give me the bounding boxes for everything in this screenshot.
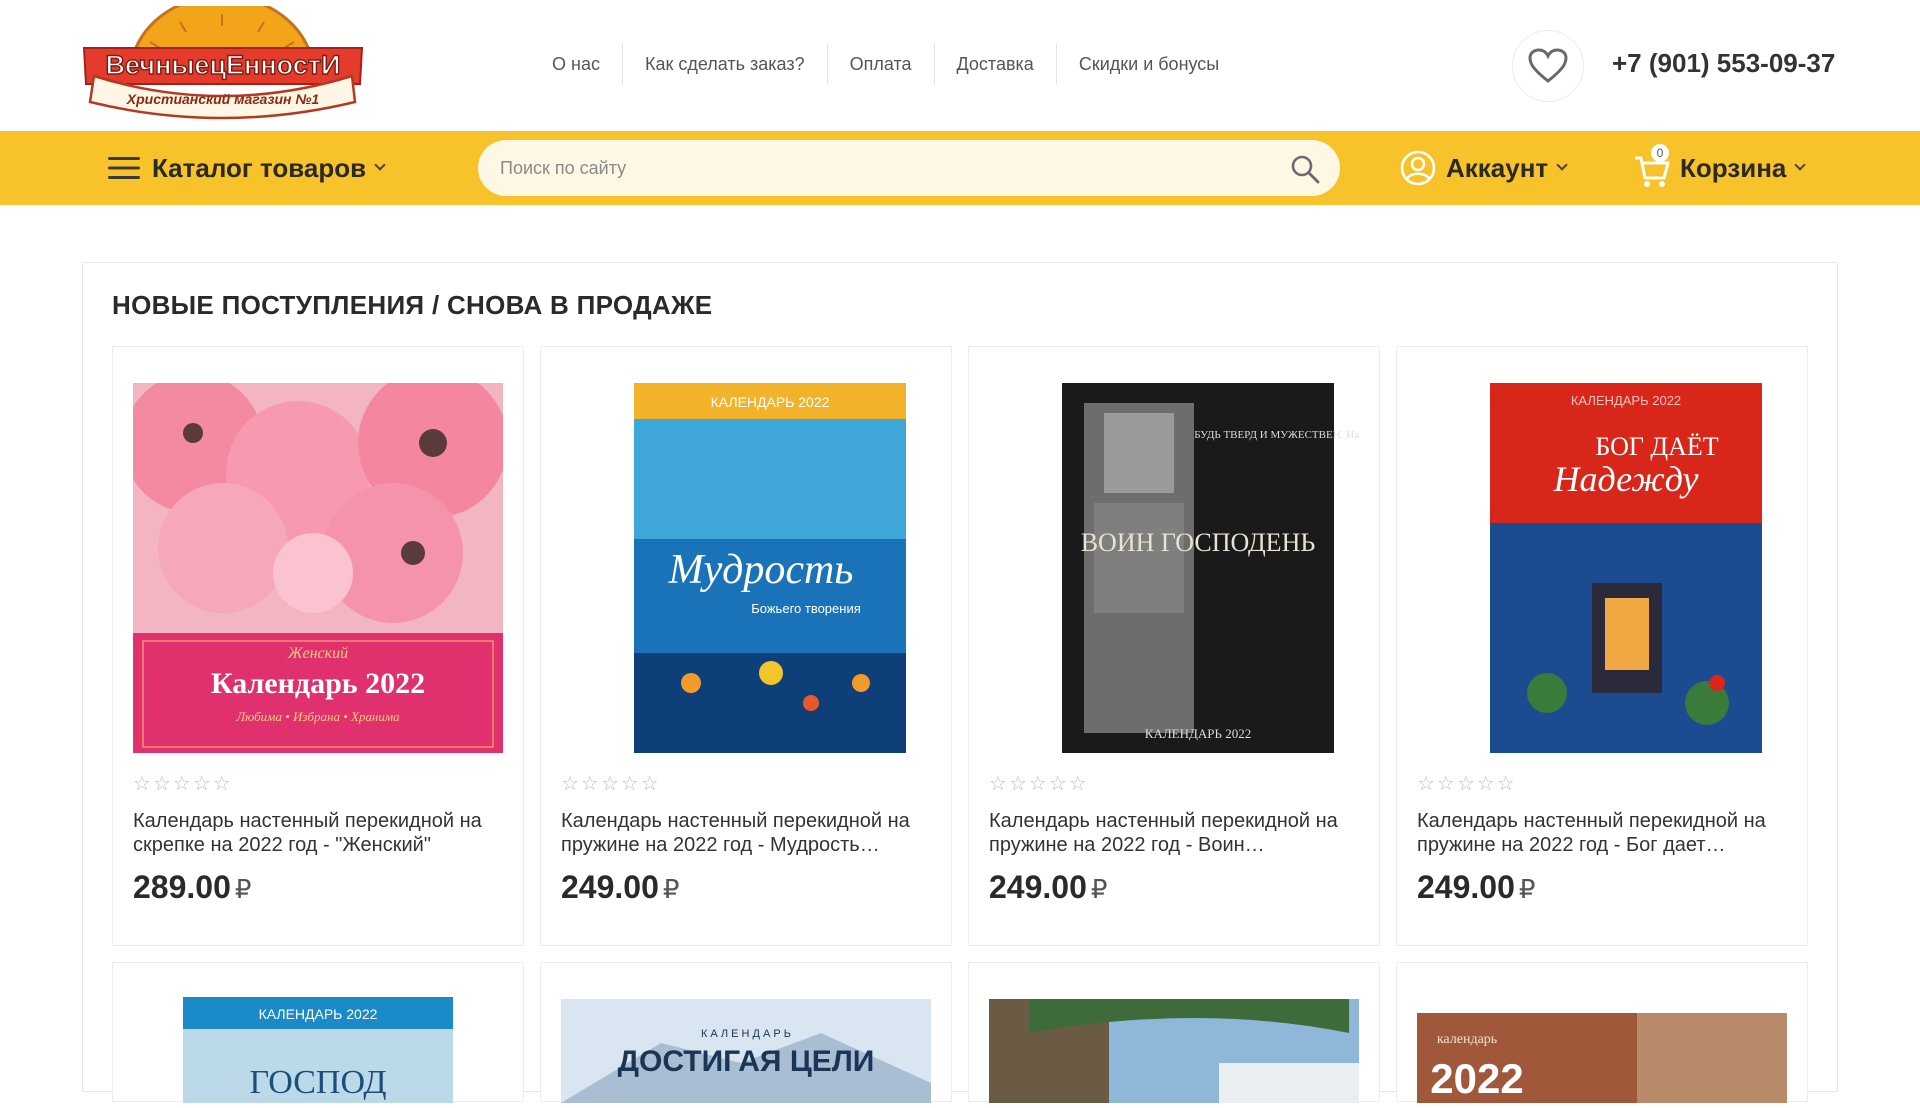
- phone-number[interactable]: +7 (901) 553-09-37: [1612, 48, 1835, 79]
- product-price: 289.00 ₽: [133, 869, 251, 906]
- top-header: ВечныецЕнностИ Христианский магазин №1 О…: [0, 0, 1920, 131]
- cover-top: К А Л Е Н Д А Р Ь: [701, 1028, 791, 1040]
- product-image[interactable]: КАЛЕНДАРЬ 2022 ГОСПОД: [113, 963, 525, 1103]
- product-card[interactable]: К А Л Е Н Д А Р Ь ДОСТИГАЯ ЦЕЛИ: [540, 962, 953, 1103]
- currency-icon: ₽: [1090, 874, 1108, 904]
- rating-stars[interactable]: ☆☆☆☆☆: [989, 771, 1089, 796]
- product-image[interactable]: К А Л Е Н Д А Р Ь ДОСТИГАЯ ЦЕЛИ: [541, 963, 953, 1103]
- product-title[interactable]: Календарь настенный перекидной на скрепк…: [133, 809, 505, 857]
- price-value: 249.00: [561, 869, 659, 905]
- product-image[interactable]: БУДЬ ТВЕРД И МУЖЕСТВЕН. Нав. 1:6 ВОИН ГО…: [989, 383, 1359, 753]
- cover-subtitle: Божьего творения: [751, 601, 861, 616]
- product-title[interactable]: Календарь настенный перекидной на пружин…: [1417, 809, 1789, 857]
- rating-stars[interactable]: ☆☆☆☆☆: [133, 771, 233, 796]
- product-price: 249.00 ₽: [561, 869, 679, 906]
- catalog-menu-button[interactable]: Каталог товаров: [108, 150, 386, 186]
- hamburger-icon: [108, 157, 140, 179]
- cover-title: ГОСПОД: [249, 1064, 386, 1101]
- nav-link-discounts[interactable]: Скидки и бонусы: [1057, 44, 1241, 84]
- site-logo[interactable]: ВечныецЕнностИ Христианский магазин №1: [80, 0, 365, 126]
- cover-subtitle: Надежду: [1553, 459, 1699, 499]
- price-value: 249.00: [989, 869, 1087, 905]
- favorites-button[interactable]: [1512, 30, 1584, 102]
- chevron-down-icon: [374, 159, 386, 171]
- chevron-down-icon: [1556, 159, 1568, 171]
- cover-title: ВОИН ГОСПОДЕНЬ: [1081, 528, 1316, 557]
- user-icon: [1400, 150, 1436, 186]
- cover-title: ДОСТИГАЯ ЦЕЛИ: [618, 1045, 875, 1078]
- product-card[interactable]: КАЛЕНДАРЬ 2022 БОГ ДАЁТ Надежду ☆☆☆☆☆ Ка…: [1396, 346, 1808, 946]
- cover-top: КАЛЕНДАРЬ 2022: [259, 1006, 378, 1022]
- cover-top: календарь: [1437, 1032, 1497, 1047]
- product-image[interactable]: календарь 2022: [1397, 963, 1809, 1103]
- price-value: 249.00: [1417, 869, 1515, 905]
- product-image[interactable]: КАЛЕНДАРЬ 2022 БОГ ДАЁТ Надежду: [1417, 383, 1787, 753]
- currency-icon: ₽: [234, 874, 252, 904]
- product-card[interactable]: [968, 962, 1381, 1103]
- rating-stars[interactable]: ☆☆☆☆☆: [1417, 771, 1517, 796]
- currency-icon: ₽: [1518, 874, 1536, 904]
- product-card[interactable]: КАЛЕНДАРЬ 2022 ГОСПОД: [112, 962, 525, 1103]
- search-icon[interactable]: [1290, 154, 1320, 184]
- cover-bottom: Любима • Избрана • Хранима: [235, 709, 400, 724]
- cover-title: Мудрость: [668, 547, 854, 593]
- search-bar: [478, 140, 1340, 196]
- product-title[interactable]: Календарь настенный перекидной на пружин…: [989, 809, 1361, 857]
- search-input[interactable]: [500, 140, 1260, 196]
- main-nav: О нас Как сделать заказ? Оплата Доставка…: [530, 44, 1241, 84]
- cart-label: Корзина: [1680, 152, 1787, 183]
- cover-bottom: КАЛЕНДАРЬ 2022: [1145, 726, 1251, 741]
- cover-top: КАЛЕНДАРЬ 2022: [1571, 393, 1681, 408]
- section-title: НОВЫЕ ПОСТУПЛЕНИЯ / СНОВА В ПРОДАЖЕ: [112, 290, 713, 320]
- svg-text:Христианский магазин №1: Христианский магазин №1: [126, 91, 320, 107]
- product-price: 249.00 ₽: [1417, 869, 1535, 906]
- account-label: Аккаунт: [1446, 152, 1549, 183]
- product-image[interactable]: [969, 963, 1381, 1103]
- cover-subtitle: Женский: [287, 645, 348, 662]
- heart-icon: [1528, 48, 1568, 83]
- chevron-down-icon: [1794, 159, 1807, 171]
- nav-link-about[interactable]: О нас: [530, 44, 623, 84]
- product-card[interactable]: Женский Календарь 2022 Любима • Избрана …: [112, 346, 524, 946]
- catalog-label: Каталог товаров: [152, 152, 367, 183]
- nav-link-payment[interactable]: Оплата: [828, 44, 935, 84]
- product-image[interactable]: КАЛЕНДАРЬ 2022 Мудрость Божьего творения: [561, 383, 931, 753]
- product-card[interactable]: БУДЬ ТВЕРД И МУЖЕСТВЕН. Нав. 1:6 ВОИН ГО…: [968, 346, 1380, 946]
- cover-top: БУДЬ ТВЕРД И МУЖЕСТВЕН. Нав. 1:6: [1194, 429, 1359, 441]
- cover-title: БОГ ДАЁТ: [1595, 432, 1718, 461]
- cover-top: КАЛЕНДАРЬ 2022: [711, 394, 830, 410]
- currency-icon: ₽: [662, 874, 680, 904]
- svg-text:ВечныецЕнностИ: ВечныецЕнностИ: [106, 50, 341, 80]
- nav-link-delivery[interactable]: Доставка: [935, 44, 1057, 84]
- product-card[interactable]: КАЛЕНДАРЬ 2022 Мудрость Божьего творения…: [540, 346, 952, 946]
- product-card[interactable]: календарь 2022: [1396, 962, 1809, 1103]
- cart-button[interactable]: 0 Корзина: [1634, 144, 1807, 190]
- product-image[interactable]: Женский Календарь 2022 Любима • Избрана …: [133, 383, 503, 753]
- cart-count-badge: 0: [1651, 144, 1669, 162]
- product-title[interactable]: Календарь настенный перекидной на пружин…: [561, 809, 933, 857]
- rating-stars[interactable]: ☆☆☆☆☆: [561, 771, 661, 796]
- account-menu-button[interactable]: Аккаунт: [1400, 148, 1568, 188]
- price-value: 289.00: [133, 869, 231, 905]
- cover-title: 2022: [1430, 1055, 1523, 1102]
- product-price: 249.00 ₽: [989, 869, 1107, 906]
- nav-link-how-to-order[interactable]: Как сделать заказ?: [623, 44, 828, 84]
- cover-title: Календарь 2022: [211, 667, 425, 700]
